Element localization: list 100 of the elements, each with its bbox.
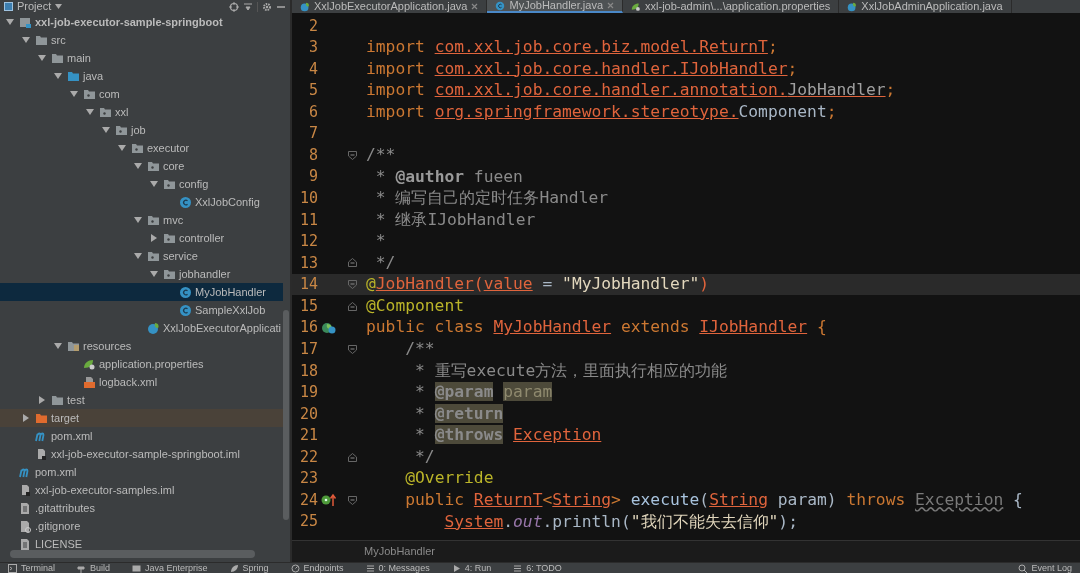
expanded-arrow-icon[interactable] xyxy=(54,72,62,80)
tree-row[interactable]: SampleXxlJob xyxy=(0,301,283,319)
tree-row[interactable]: resources xyxy=(0,337,283,355)
package-icon xyxy=(147,213,160,227)
folder-icon xyxy=(67,339,80,353)
tool-window-button[interactable]: 4: Run xyxy=(451,562,492,573)
tool-window-button[interactable]: Spring xyxy=(229,562,269,573)
tree-row[interactable]: target xyxy=(0,409,283,427)
vertical-scrollbar[interactable] xyxy=(283,310,289,520)
expanded-arrow-icon[interactable] xyxy=(86,108,94,116)
tree-row[interactable]: main xyxy=(0,49,283,67)
folder-icon xyxy=(67,69,80,83)
expanded-arrow-icon[interactable] xyxy=(134,216,142,224)
tree-row[interactable]: XxlJobExecutorApplicati xyxy=(0,319,283,337)
tool-window-button[interactable]: Build xyxy=(77,562,111,573)
fold-icon[interactable] xyxy=(347,280,357,290)
tool-window-button[interactable]: Event Log xyxy=(1018,562,1072,573)
fold-icon[interactable] xyxy=(347,150,357,160)
tree-row[interactable]: .gitattributes xyxy=(0,499,283,517)
horizontal-scrollbar[interactable] xyxy=(10,550,255,558)
leaf-icon xyxy=(229,563,239,573)
tree-row[interactable]: mvc xyxy=(0,211,283,229)
line-number: 19 xyxy=(298,382,318,404)
tree-row[interactable]: job xyxy=(0,121,283,139)
tree-row[interactable]: .gitignore xyxy=(0,517,283,535)
folder-icon xyxy=(51,51,64,65)
tree-row[interactable]: MyJobHandler xyxy=(0,283,283,301)
file-icon xyxy=(19,483,32,497)
collapsed-arrow-icon[interactable] xyxy=(38,396,46,404)
expanded-arrow-icon[interactable] xyxy=(102,126,110,134)
tree-row[interactable]: com xyxy=(0,85,283,103)
line-number: 2 xyxy=(307,15,318,37)
fold-icon[interactable] xyxy=(347,258,357,268)
editor-tab[interactable]: XxlJobAdminApplication.java xyxy=(839,0,1012,13)
line-number: 20 xyxy=(298,403,318,425)
tree-row[interactable]: service xyxy=(0,247,283,265)
tree-row[interactable]: pom.xml xyxy=(0,463,283,481)
tree-row[interactable]: application.properties xyxy=(0,355,283,373)
expanded-arrow-icon[interactable] xyxy=(54,342,62,350)
collapse-icon[interactable] xyxy=(243,1,253,12)
code-text: /** xyxy=(404,338,435,360)
line-number: 23 xyxy=(298,468,318,490)
tree-row[interactable]: jobhandler xyxy=(0,265,283,283)
code-text: import org.springframework.stereotype.Component; xyxy=(365,100,837,123)
expanded-arrow-icon[interactable] xyxy=(150,270,158,278)
line-number: 10 xyxy=(298,188,318,210)
expanded-arrow-icon[interactable] xyxy=(150,180,158,188)
tree-row[interactable]: LICENSE xyxy=(0,535,283,550)
expanded-arrow-icon[interactable] xyxy=(6,18,14,26)
editor-tab[interactable]: xxl-job-admin\...\application.properties xyxy=(623,0,840,13)
tree-row[interactable]: XxlJobConfig xyxy=(0,193,283,211)
tree-row[interactable]: xxl xyxy=(0,103,283,121)
tool-window-button[interactable]: Terminal xyxy=(8,562,55,573)
file-icon xyxy=(19,501,32,515)
tree-row[interactable]: xxl-job-executor-sample-springboot.iml xyxy=(0,445,283,463)
tool-window-button[interactable]: 0: Messages xyxy=(365,562,430,573)
collapsed-arrow-icon[interactable] xyxy=(22,414,30,422)
line-number: 4 xyxy=(307,58,318,80)
collapsed-arrow-icon[interactable] xyxy=(150,234,158,242)
folder-icon xyxy=(35,33,48,47)
window-icon xyxy=(132,563,142,573)
override-icon[interactable] xyxy=(321,493,337,508)
code-text: import com.xxl.job.core.handler.annotation.JobHandler; xyxy=(365,79,896,102)
expanded-arrow-icon[interactable] xyxy=(134,162,142,170)
line-number: 15 xyxy=(298,295,318,317)
bean-icon[interactable] xyxy=(321,320,337,335)
tool-window-button[interactable]: Endpoints xyxy=(290,562,344,573)
expanded-arrow-icon[interactable] xyxy=(134,252,142,260)
panel-title[interactable]: Project xyxy=(17,0,52,13)
code-text: public ReturnT<String> execute(String param) throws Exception { xyxy=(404,488,1023,511)
fold-icon[interactable] xyxy=(347,495,357,505)
file-icon xyxy=(19,537,32,550)
expanded-arrow-icon[interactable] xyxy=(22,36,30,44)
line-number: 18 xyxy=(298,360,318,382)
fold-icon[interactable] xyxy=(347,452,357,462)
tree-row[interactable]: pom.xml xyxy=(0,427,283,445)
fold-icon[interactable] xyxy=(347,301,357,311)
tree-row[interactable]: src xyxy=(0,31,283,49)
expanded-arrow-icon[interactable] xyxy=(118,144,126,152)
tool-window-button[interactable]: 6: TODO xyxy=(513,562,562,573)
tool-window-button[interactable]: Java Enterprise xyxy=(132,562,208,573)
tree-row[interactable]: logback.xml xyxy=(0,373,283,391)
fold-icon[interactable] xyxy=(347,344,357,354)
tree-row[interactable]: controller xyxy=(0,229,283,247)
close-icon[interactable] xyxy=(471,3,479,10)
tree-row[interactable]: test xyxy=(0,391,283,409)
expanded-arrow-icon[interactable] xyxy=(70,90,78,98)
tree-row[interactable]: xxl-job-executor-samples.iml xyxy=(0,481,283,499)
breadcrumb[interactable]: MyJobHandler xyxy=(364,543,435,560)
tree-row[interactable]: core xyxy=(0,157,283,175)
crosshair-icon[interactable] xyxy=(229,1,239,12)
caret-icon[interactable] xyxy=(55,4,63,9)
tree-row[interactable]: executor xyxy=(0,139,283,157)
class-icon xyxy=(179,195,192,209)
tree-row[interactable]: java xyxy=(0,67,283,85)
editor-tab[interactable]: MyJobHandler.java xyxy=(487,0,624,13)
expanded-arrow-icon[interactable] xyxy=(38,54,46,62)
tree-row[interactable]: xxl-job-executor-sample-springboot xyxy=(0,13,283,31)
settings-icon[interactable] xyxy=(262,1,272,12)
tree-row[interactable]: config xyxy=(0,175,283,193)
